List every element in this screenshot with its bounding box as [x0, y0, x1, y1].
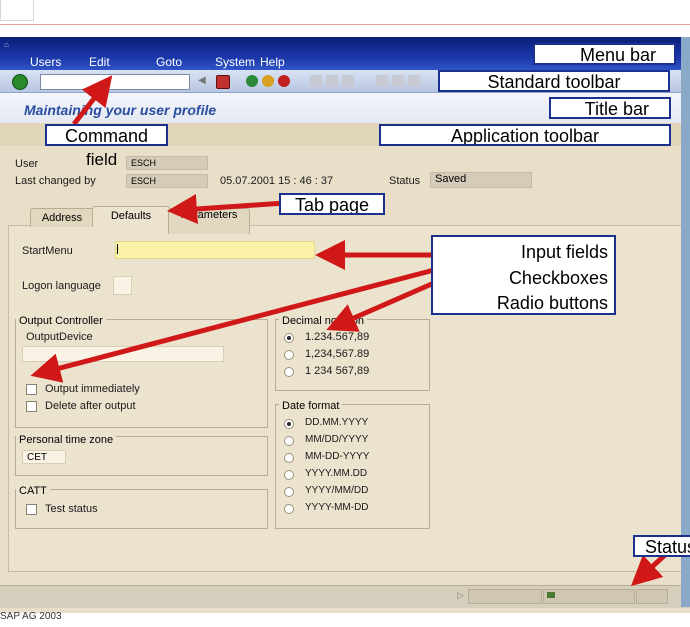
- callout-tab-page: Tab page: [279, 193, 385, 215]
- arrow-command-field: [72, 75, 113, 126]
- callout-application-toolbar: Application toolbar: [379, 124, 671, 146]
- callout-status: Status: [633, 535, 690, 557]
- callout-radio-buttons: Radio buttons: [496, 293, 608, 313]
- callout-title-bar: Title bar: [549, 97, 671, 119]
- footer-copyright: SAP AG 2003: [0, 611, 62, 622]
- arrow-status: [630, 553, 667, 587]
- callout-command: Command: [45, 124, 168, 146]
- callout-checkboxes: Checkboxes: [508, 268, 608, 288]
- arrow-checkbox: [30, 267, 435, 383]
- callout-input-fields: Input fields: [520, 242, 608, 262]
- callout-standard-toolbar: Standard toolbar: [438, 70, 670, 92]
- callout-field: field: [86, 150, 118, 169]
- arrow-tab-page: [167, 194, 286, 224]
- callout-menu-bar: Menu bar: [533, 43, 676, 65]
